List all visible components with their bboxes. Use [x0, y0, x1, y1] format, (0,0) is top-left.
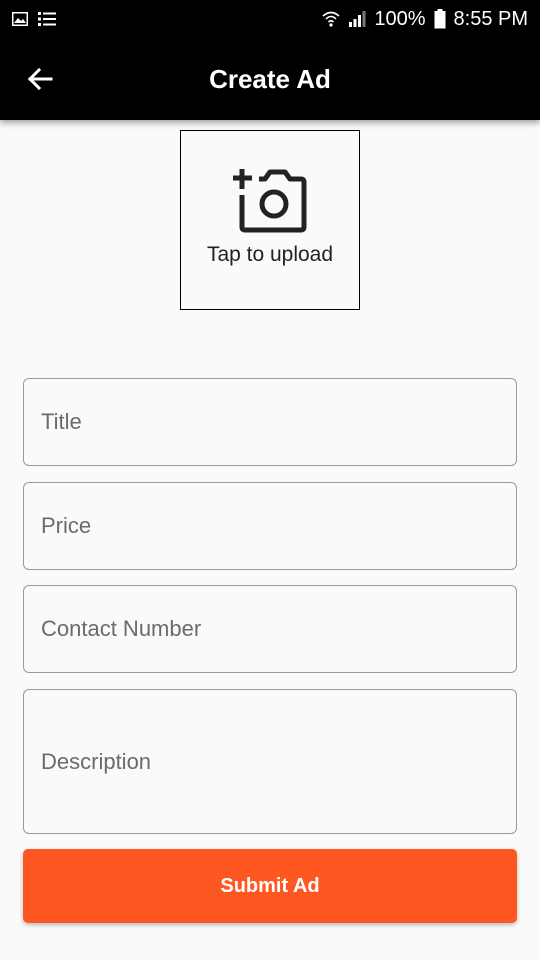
upload-label: Tap to upload: [206, 243, 334, 266]
app-bar: Create Ad: [0, 38, 540, 120]
status-left: [12, 11, 56, 27]
price-placeholder: Price: [41, 513, 92, 538]
back-button[interactable]: [22, 61, 58, 97]
list-icon: [38, 12, 56, 26]
contact-number-field[interactable]: Contact Number: [23, 585, 517, 673]
contact-number-placeholder: Contact Number: [41, 616, 202, 641]
battery-icon: [434, 9, 446, 29]
description-placeholder: Description: [41, 748, 152, 774]
wifi-icon: [322, 11, 340, 27]
status-bar: 100% 8:55 PM: [0, 0, 540, 38]
title-placeholder: Title: [41, 409, 82, 434]
signal-icon: [349, 11, 366, 27]
page-title: Create Ad: [209, 63, 331, 94]
add-photo-icon: [233, 169, 307, 233]
submit-label: Submit Ad: [220, 874, 320, 897]
title-field[interactable]: Title: [23, 378, 517, 466]
image-upload-button[interactable]: Tap to upload: [180, 130, 360, 310]
description-field[interactable]: Description: [23, 689, 517, 834]
price-field[interactable]: Price: [23, 482, 517, 570]
battery-percent: 100%: [374, 7, 426, 30]
status-right: 100% 8:55 PM: [322, 8, 528, 31]
image-icon: [12, 12, 28, 26]
arrow-left-icon: [27, 67, 53, 91]
clock: 8:55 PM: [453, 7, 528, 30]
submit-ad-button[interactable]: Submit Ad: [23, 849, 517, 923]
